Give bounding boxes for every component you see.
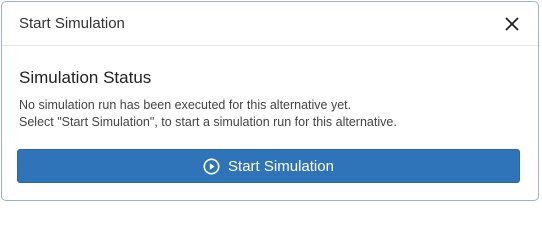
dialog-title: Start Simulation <box>19 15 125 32</box>
dialog-header: Start Simulation <box>2 2 538 46</box>
status-message-line-2: Select "Start Simulation", to start a si… <box>19 115 397 129</box>
status-message-line-1: No simulation run has been executed for … <box>19 98 352 112</box>
dialog-body: Simulation Status No simulation run has … <box>2 46 538 131</box>
start-simulation-label: Start Simulation <box>228 157 334 175</box>
close-button[interactable] <box>502 14 522 34</box>
section-title: Simulation Status <box>19 68 152 87</box>
start-simulation-button[interactable]: Start Simulation <box>17 149 520 183</box>
play-circle-icon <box>203 158 220 175</box>
close-icon <box>505 17 519 30</box>
